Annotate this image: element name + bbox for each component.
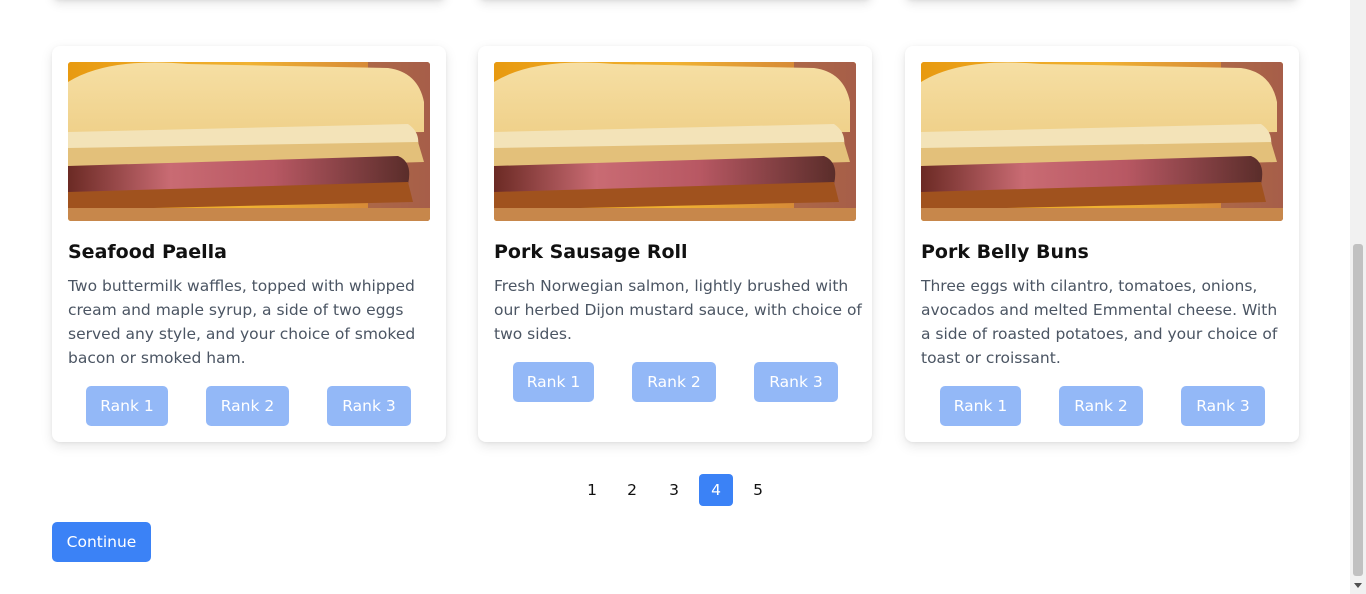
- burger-photo-graphic: [68, 62, 430, 221]
- rank-3-button[interactable]: Rank 3: [754, 362, 838, 402]
- rank-1-button[interactable]: Rank 1: [86, 386, 168, 426]
- page-4-link-current[interactable]: 4: [699, 474, 733, 506]
- dish-description: Three eggs with cilantro, tomatoes, onio…: [921, 277, 1278, 367]
- dish-image: [921, 62, 1283, 221]
- dish-image: [68, 62, 430, 221]
- dish-description: Fresh Norwegian salmon, lightly brushed …: [494, 277, 862, 343]
- scrollbar-thumb[interactable]: [1353, 244, 1363, 576]
- menu-item-card: Pork Belly Buns Three eggs with cilantro…: [905, 46, 1299, 442]
- rank-3-button[interactable]: Rank 3: [1181, 386, 1265, 426]
- page-3-link[interactable]: 3: [657, 474, 691, 506]
- dish-image: [494, 62, 856, 221]
- page-5-link[interactable]: 5: [741, 474, 775, 506]
- rank-2-button[interactable]: Rank 2: [1059, 386, 1143, 426]
- page-1-link[interactable]: 1: [575, 474, 609, 506]
- burger-photo-graphic: [921, 62, 1283, 221]
- burger-photo-graphic: [494, 62, 856, 221]
- scroll-down-arrow-icon[interactable]: [1350, 580, 1366, 592]
- menu-item-card: Seafood Paella Two buttermilk waffles, t…: [52, 46, 446, 442]
- dish-description: Two buttermilk waffles, topped with whip…: [68, 277, 416, 367]
- page-viewport: Seafood Paella Two buttermilk waffles, t…: [0, 0, 1350, 594]
- dish-title: Pork Belly Buns: [921, 241, 1089, 263]
- rank-2-button[interactable]: Rank 2: [632, 362, 716, 402]
- rank-2-button[interactable]: Rank 2: [206, 386, 289, 426]
- page-2-link[interactable]: 2: [615, 474, 649, 506]
- continue-button[interactable]: Continue: [52, 522, 151, 562]
- rank-1-button[interactable]: Rank 1: [940, 386, 1021, 426]
- pagination: 1 2 3 4 5: [0, 474, 1350, 506]
- menu-item-card: Pork Sausage Roll Fresh Norwegian salmon…: [478, 46, 872, 442]
- vertical-scrollbar[interactable]: [1350, 0, 1366, 594]
- dish-title: Seafood Paella: [68, 241, 227, 263]
- rank-1-button[interactable]: Rank 1: [513, 362, 594, 402]
- rank-3-button[interactable]: Rank 3: [327, 386, 411, 426]
- dish-title: Pork Sausage Roll: [494, 241, 688, 263]
